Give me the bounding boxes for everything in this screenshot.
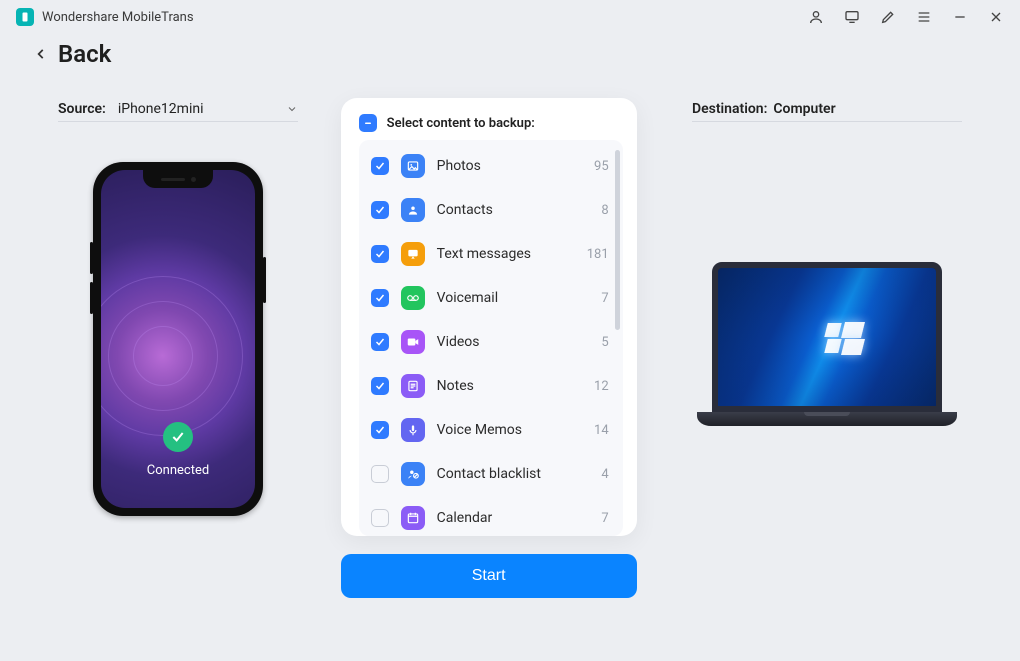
content-item-label: Videos xyxy=(437,334,590,350)
voicememo-icon xyxy=(401,418,425,442)
content-item-label: Calendar xyxy=(437,510,590,526)
feedback-icon[interactable] xyxy=(844,9,860,25)
content-item-checkbox[interactable] xyxy=(371,245,389,263)
content-item-label: Text messages xyxy=(437,246,575,262)
content-item-checkbox[interactable] xyxy=(371,289,389,307)
connection-status: Connected xyxy=(101,463,255,478)
app-title: Wondershare MobileTrans xyxy=(42,10,194,25)
content-item-count: 95 xyxy=(594,159,609,174)
content-item-label: Voicemail xyxy=(437,290,590,306)
content-item-count: 7 xyxy=(601,291,608,306)
panel-header: Select content to backup: xyxy=(387,116,535,131)
content-select-panel: Select content to backup: Photos 95 Contac… xyxy=(341,98,637,536)
content-item-count: 14 xyxy=(594,423,609,438)
content-item-notes: Notes 12 xyxy=(359,364,623,408)
source-prefix: Source: xyxy=(58,101,106,117)
chevron-left-icon xyxy=(34,47,48,61)
content-item-count: 8 xyxy=(601,203,608,218)
content-item-checkbox[interactable] xyxy=(371,157,389,175)
chevron-down-icon xyxy=(286,103,298,115)
content-item-blacklist: Contact blacklist 4 xyxy=(359,452,623,496)
content-item-contacts: Contacts 8 xyxy=(359,188,623,232)
content-item-messages: Text messages 181 xyxy=(359,232,623,276)
menu-icon[interactable] xyxy=(916,9,932,25)
back-button[interactable]: Back xyxy=(0,34,1020,68)
back-label: Back xyxy=(58,40,111,68)
photos-icon xyxy=(401,154,425,178)
content-item-checkbox[interactable] xyxy=(371,333,389,351)
source-device-name: iPhone12mini xyxy=(118,101,204,117)
start-button[interactable]: Start xyxy=(341,554,637,598)
content-item-count: 5 xyxy=(601,335,608,350)
content-list: Photos 95 Contacts 8 Text messages 181 Voicema… xyxy=(359,140,623,536)
source-device-graphic: Connected xyxy=(93,162,263,516)
content-item-label: Notes xyxy=(437,378,582,394)
edit-icon[interactable] xyxy=(880,9,896,25)
minimize-icon[interactable] xyxy=(952,9,968,25)
destination-prefix: Destination: xyxy=(692,101,767,117)
blacklist-icon xyxy=(401,462,425,486)
destination-device-name: Computer xyxy=(773,101,835,117)
content-item-label: Contact blacklist xyxy=(437,466,590,482)
content-item-photos: Photos 95 xyxy=(359,144,623,188)
content-item-count: 7 xyxy=(601,511,608,526)
content-item-checkbox[interactable] xyxy=(371,377,389,395)
contacts-icon xyxy=(401,198,425,222)
content-item-videos: Videos 5 xyxy=(359,320,623,364)
select-all-checkbox[interactable] xyxy=(359,114,377,132)
notes-icon xyxy=(401,374,425,398)
voicemail-icon xyxy=(401,286,425,310)
videos-icon xyxy=(401,330,425,354)
scrollbar[interactable] xyxy=(615,150,620,330)
content-item-checkbox[interactable] xyxy=(371,465,389,483)
destination-label: Destination: Computer xyxy=(692,98,962,122)
content-item-checkbox[interactable] xyxy=(371,201,389,219)
messages-icon xyxy=(401,242,425,266)
content-item-checkbox[interactable] xyxy=(371,509,389,527)
source-device-selector[interactable]: Source: iPhone12mini xyxy=(58,98,298,122)
destination-device-graphic xyxy=(697,262,957,442)
close-icon[interactable] xyxy=(988,9,1004,25)
connected-check-icon xyxy=(163,422,193,452)
content-item-label: Contacts xyxy=(437,202,590,218)
account-icon[interactable] xyxy=(808,9,824,25)
content-item-voicememo: Voice Memos 14 xyxy=(359,408,623,452)
content-item-count: 4 xyxy=(601,467,608,482)
title-bar: Wondershare MobileTrans xyxy=(0,0,1020,34)
content-item-voicemail: Voicemail 7 xyxy=(359,276,623,320)
content-item-count: 181 xyxy=(587,247,609,262)
content-item-count: 12 xyxy=(594,379,609,394)
content-item-label: Photos xyxy=(437,158,582,174)
content-item-calendar: Calendar 7 xyxy=(359,496,623,536)
app-logo-icon xyxy=(16,8,34,26)
content-item-label: Voice Memos xyxy=(437,422,582,438)
calendar-icon xyxy=(401,506,425,530)
content-item-checkbox[interactable] xyxy=(371,421,389,439)
